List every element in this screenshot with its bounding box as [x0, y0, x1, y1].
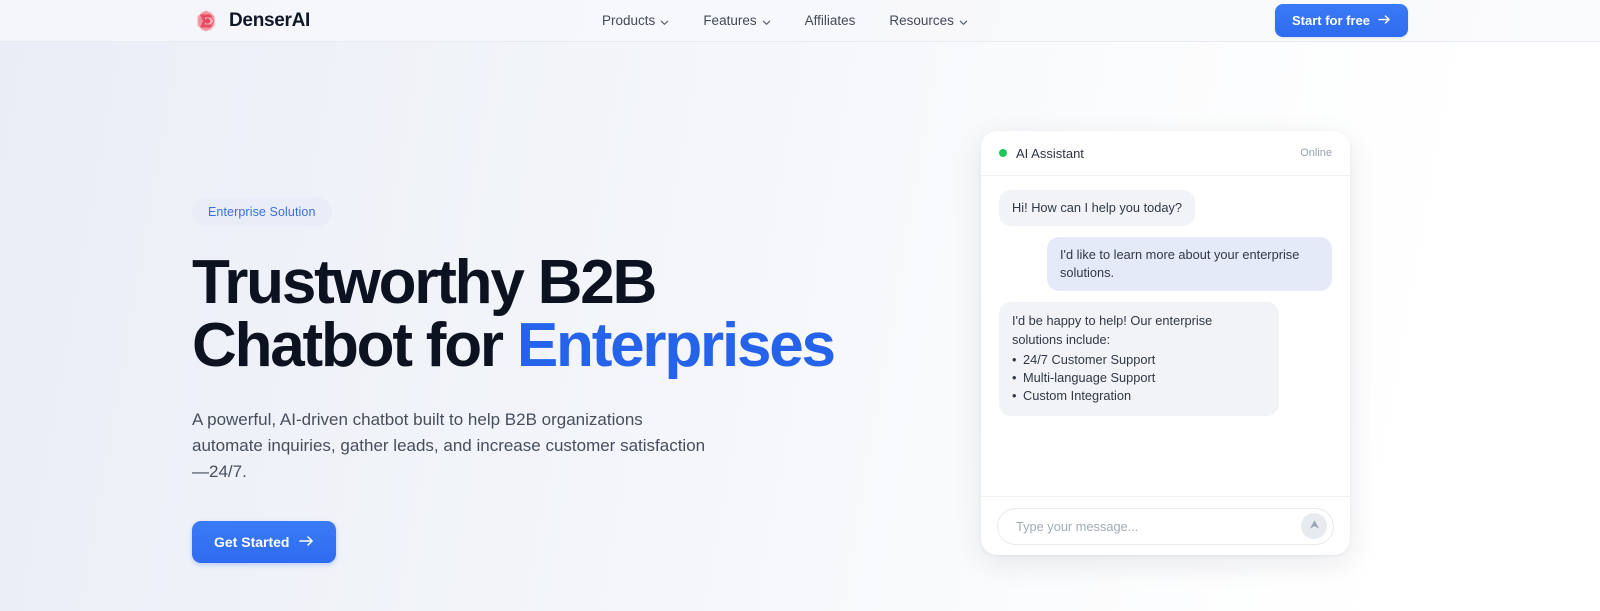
start-for-free-label: Start for free	[1291, 13, 1370, 28]
list-item: Custom Integration	[1012, 387, 1266, 405]
chevron-down-icon	[762, 15, 771, 25]
chat-input-bar	[981, 496, 1350, 555]
get-started-label: Get Started	[214, 533, 290, 550]
brand-name: DenserAI	[229, 9, 311, 31]
nav-item-products[interactable]: Products	[602, 13, 669, 28]
send-arrow-up-icon	[1308, 518, 1321, 534]
ai-assistant-chat-widget: AI Assistant Online Hi! How can I help y…	[981, 131, 1350, 555]
top-navbar: DenserAI Products Features Affiliates Re…	[0, 0, 1600, 42]
list-item: Multi-language Support	[1012, 369, 1266, 387]
headline-line-1: Trustworthy B2B	[192, 248, 657, 317]
denser-diamond-logo-icon	[192, 7, 220, 35]
nav-item-resources-label: Resources	[889, 13, 954, 28]
start-for-free-button[interactable]: Start for free	[1274, 4, 1408, 37]
chat-status-label: Online	[1300, 147, 1332, 159]
chat-message-bot-list: I'd be happy to help! Our enterprise sol…	[999, 302, 1279, 417]
nav-item-resources[interactable]: Resources	[889, 13, 968, 28]
arrow-right-icon	[299, 534, 314, 550]
headline-line-2-plain: Chatbot for	[192, 311, 517, 381]
hero-copy: Enterprise Solution Trustworthy B2B Chat…	[192, 190, 932, 563]
online-status-dot-icon	[999, 149, 1007, 157]
chat-message-bot: Hi! How can I help you today?	[999, 190, 1196, 227]
nav-item-affiliates[interactable]: Affiliates	[805, 13, 856, 28]
hero-section: Enterprise Solution Trustworthy B2B Chat…	[0, 42, 1600, 563]
brand-logo-link[interactable]: DenserAI	[192, 7, 310, 35]
chat-message-input[interactable]	[1016, 518, 1301, 534]
hero-subheading: A powerful, AI-driven chatbot built to h…	[192, 410, 706, 482]
page-title: Trustworthy B2B Chatbot for Enterprises	[192, 251, 932, 377]
headline-line-2-accent: Enterprises	[516, 311, 836, 381]
chat-header: AI Assistant Online	[981, 131, 1350, 176]
chat-message-list: Hi! How can I help you today? I'd like t…	[981, 176, 1350, 496]
nav-item-products-label: Products	[602, 13, 656, 28]
send-message-button[interactable]	[1301, 513, 1327, 539]
list-item: 24/7 Customer Support	[1012, 351, 1266, 369]
chevron-down-icon	[660, 15, 669, 25]
get-started-button[interactable]: Get Started	[192, 520, 337, 563]
nav-item-features[interactable]: Features	[703, 13, 770, 28]
chat-message-bot-list-intro: I'd be happy to help! Our enterprise sol…	[1012, 313, 1213, 347]
chat-input-wrapper[interactable]	[997, 507, 1334, 545]
nav-item-affiliates-label: Affiliates	[804, 13, 856, 28]
enterprise-solution-badge: Enterprise Solution	[192, 198, 332, 226]
chevron-down-icon	[959, 15, 968, 25]
chat-message-bullet-list: 24/7 Customer Support Multi-language Sup…	[1012, 351, 1266, 406]
chat-title: AI Assistant	[1016, 145, 1084, 161]
arrow-right-icon	[1378, 13, 1391, 28]
chat-message-user: I'd like to learn more about your enterp…	[1047, 237, 1332, 292]
nav-item-features-label: Features	[703, 13, 757, 28]
primary-nav: Products Features Affiliates Resources	[602, 13, 968, 28]
